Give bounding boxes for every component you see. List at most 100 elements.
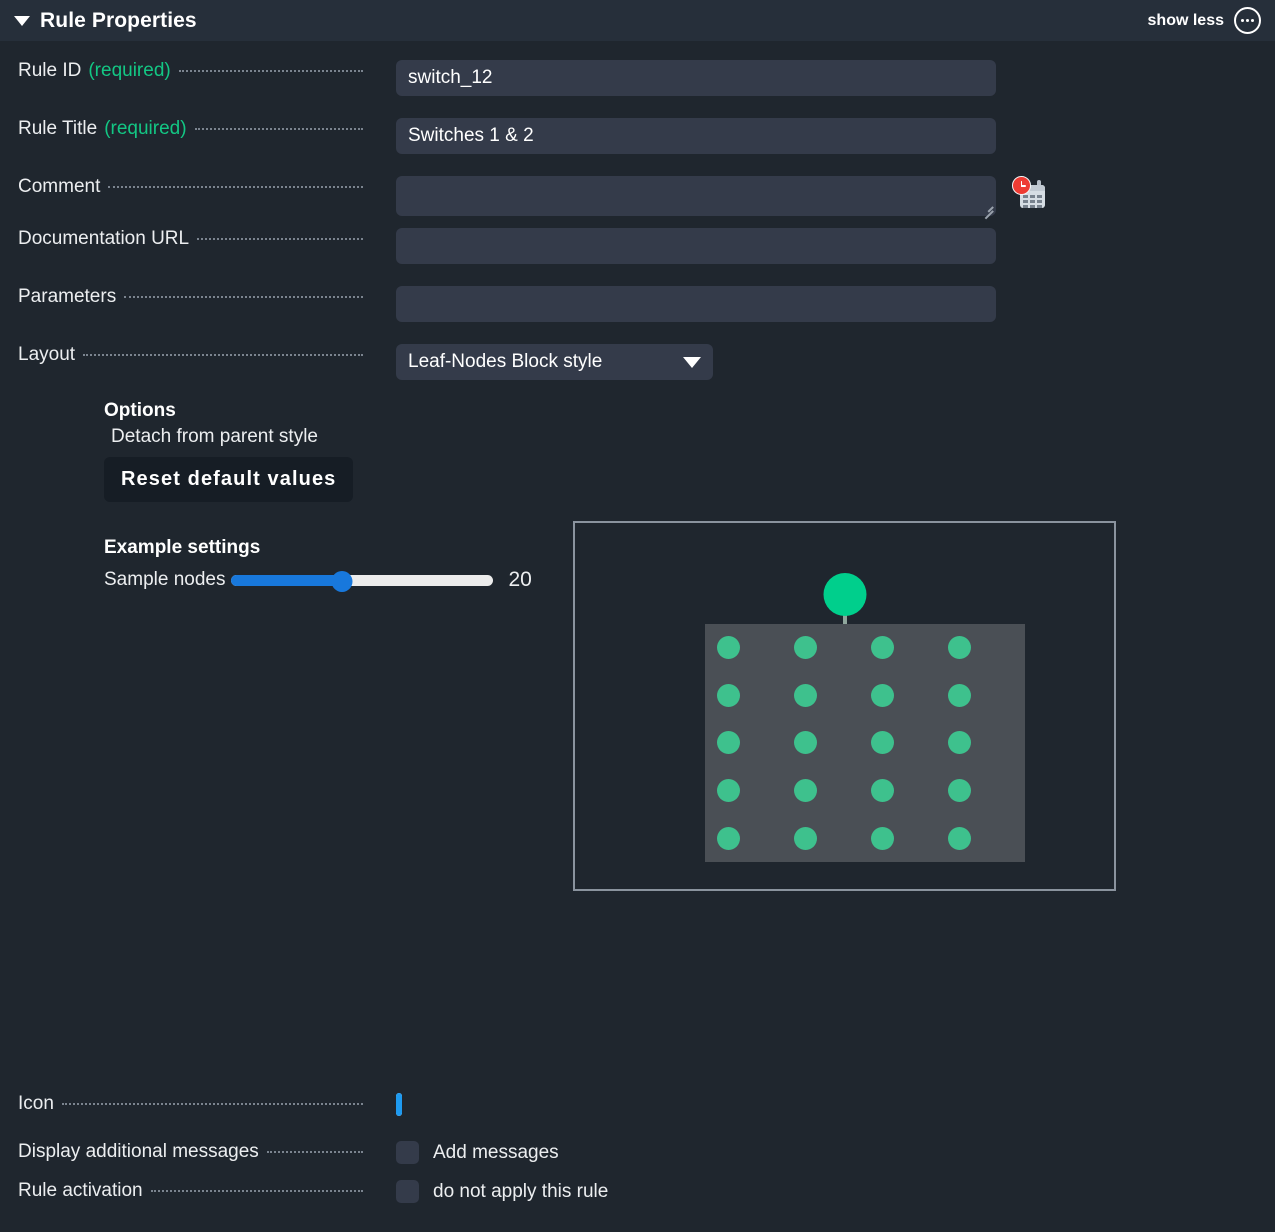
leaf-node <box>948 683 971 707</box>
field-row-documentation-url: Documentation URL <box>0 228 1275 264</box>
dotted-leader <box>108 186 363 188</box>
icon-label: Icon <box>18 1093 54 1114</box>
leaf-node <box>717 779 740 803</box>
parent-node <box>823 573 866 616</box>
leaf-node <box>871 779 894 803</box>
header-actions: show less <box>1148 7 1261 34</box>
leaf-node-grid <box>705 624 1025 862</box>
slider-thumb[interactable] <box>331 571 352 592</box>
leaf-node <box>794 731 817 755</box>
do-not-apply-label: do not apply this rule <box>433 1180 609 1202</box>
do-not-apply-checkbox[interactable] <box>396 1180 419 1203</box>
dotted-leader <box>124 296 363 298</box>
leaf-node <box>871 636 894 660</box>
rule-activation-field-cell: do not apply this rule <box>363 1180 608 1203</box>
leaf-node <box>717 731 740 755</box>
field-row-rule-id: Rule ID (required) <box>0 60 1275 96</box>
options-section: Options Detach from parent style Reset d… <box>104 400 354 502</box>
parameters-label: Parameters <box>18 286 117 307</box>
display-messages-label-cell: Display additional messages <box>0 1141 363 1163</box>
rule-id-field-cell <box>363 60 996 96</box>
example-settings-section: Example settings Sample nodes 20 <box>104 537 532 592</box>
rule-title-label-cell: Rule Title (required) <box>0 118 363 140</box>
sample-nodes-slider[interactable] <box>231 571 494 592</box>
leaf-node <box>948 779 971 803</box>
comment-textarea[interactable] <box>396 176 996 219</box>
add-messages-label: Add messages <box>433 1141 559 1163</box>
rule-title-input[interactable] <box>396 118 996 154</box>
leaf-node <box>871 731 894 755</box>
sample-nodes-row: Sample nodes 20 <box>104 568 532 592</box>
leaf-node <box>717 826 740 850</box>
leaf-node <box>871 683 894 707</box>
leaf-node <box>794 636 817 660</box>
display-messages-field-cell: Add messages <box>363 1141 559 1164</box>
layout-select-value: Leaf-Nodes Block style <box>408 351 603 372</box>
rule-id-required-tag: (required) <box>88 60 171 81</box>
layout-field-cell: Leaf-Nodes Block style <box>363 344 713 380</box>
show-less-button[interactable]: show less <box>1148 12 1224 30</box>
comment-label-cell: Comment <box>0 176 363 198</box>
field-row-parameters: Parameters <box>0 286 1275 322</box>
dotted-leader <box>178 70 363 72</box>
page-title: Rule Properties <box>40 8 197 32</box>
comment-field-cell <box>363 176 1046 219</box>
dotted-leader <box>197 238 363 240</box>
icon-label-cell: Icon <box>0 1093 363 1115</box>
comment-label: Comment <box>18 176 101 197</box>
panel-header: Rule Properties show less <box>0 0 1275 41</box>
field-row-layout: Layout Leaf-Nodes Block style <box>0 344 1275 380</box>
documentation-url-label-cell: Documentation URL <box>0 228 363 250</box>
layout-preview <box>573 521 1116 891</box>
icon-field-cell <box>363 1093 402 1116</box>
leaf-node <box>794 683 817 707</box>
field-row-rule-title: Rule Title (required) <box>0 118 1275 154</box>
field-row-comment: Comment <box>0 176 1275 219</box>
resize-handle[interactable] <box>981 201 994 219</box>
dot <box>1241 19 1244 22</box>
field-row-display-messages: Display additional messages Add messages <box>0 1141 1275 1164</box>
chevron-down-icon <box>683 356 701 368</box>
dotted-leader <box>83 354 363 356</box>
layout-label-cell: Layout <box>0 344 363 366</box>
clock-icon <box>1012 176 1031 195</box>
ellipsis-circle-icon[interactable] <box>1234 7 1261 34</box>
calendar-days <box>1023 195 1042 208</box>
sample-nodes-value: 20 <box>508 568 532 591</box>
parameters-label-cell: Parameters <box>0 286 363 308</box>
rule-activation-label: Rule activation <box>18 1180 143 1201</box>
layout-select[interactable]: Leaf-Nodes Block style <box>396 344 713 380</box>
dot <box>1251 19 1254 22</box>
rule-id-input[interactable] <box>396 60 996 96</box>
dotted-leader <box>266 1151 363 1153</box>
dotted-leader <box>194 128 363 130</box>
display-messages-label: Display additional messages <box>18 1141 259 1162</box>
slider-fill <box>231 575 342 586</box>
field-row-rule-activation: Rule activation do not apply this rule <box>0 1180 1275 1203</box>
detach-from-parent-style-option[interactable]: Detach from parent style <box>111 426 353 448</box>
field-row-icon: Icon <box>0 1093 1275 1116</box>
layout-label: Layout <box>18 344 76 365</box>
documentation-url-label: Documentation URL <box>18 228 190 249</box>
leaf-node <box>871 826 894 850</box>
rule-title-label: Rule Title <box>18 118 98 139</box>
triangle-down-icon[interactable] <box>14 15 30 26</box>
dotted-leader <box>61 1103 363 1105</box>
reset-default-values-button[interactable]: Reset default values <box>104 457 354 502</box>
options-heading: Options <box>104 400 176 421</box>
leaf-node <box>948 636 971 660</box>
parameters-input[interactable] <box>396 286 996 322</box>
example-settings-heading: Example settings <box>104 537 261 558</box>
leaf-node <box>717 683 740 707</box>
rule-id-label-cell: Rule ID (required) <box>0 60 363 82</box>
leaf-node <box>794 826 817 850</box>
parameters-field-cell <box>363 286 996 322</box>
leaf-node <box>794 779 817 803</box>
leaf-node <box>948 826 971 850</box>
documentation-url-input[interactable] <box>396 228 996 264</box>
add-messages-checkbox[interactable] <box>396 1141 419 1164</box>
icon-swatch-button[interactable] <box>396 1093 402 1116</box>
calendar-clock-icon[interactable] <box>1012 176 1046 210</box>
rule-activation-label-cell: Rule activation <box>0 1180 363 1202</box>
dotted-leader <box>150 1190 363 1192</box>
